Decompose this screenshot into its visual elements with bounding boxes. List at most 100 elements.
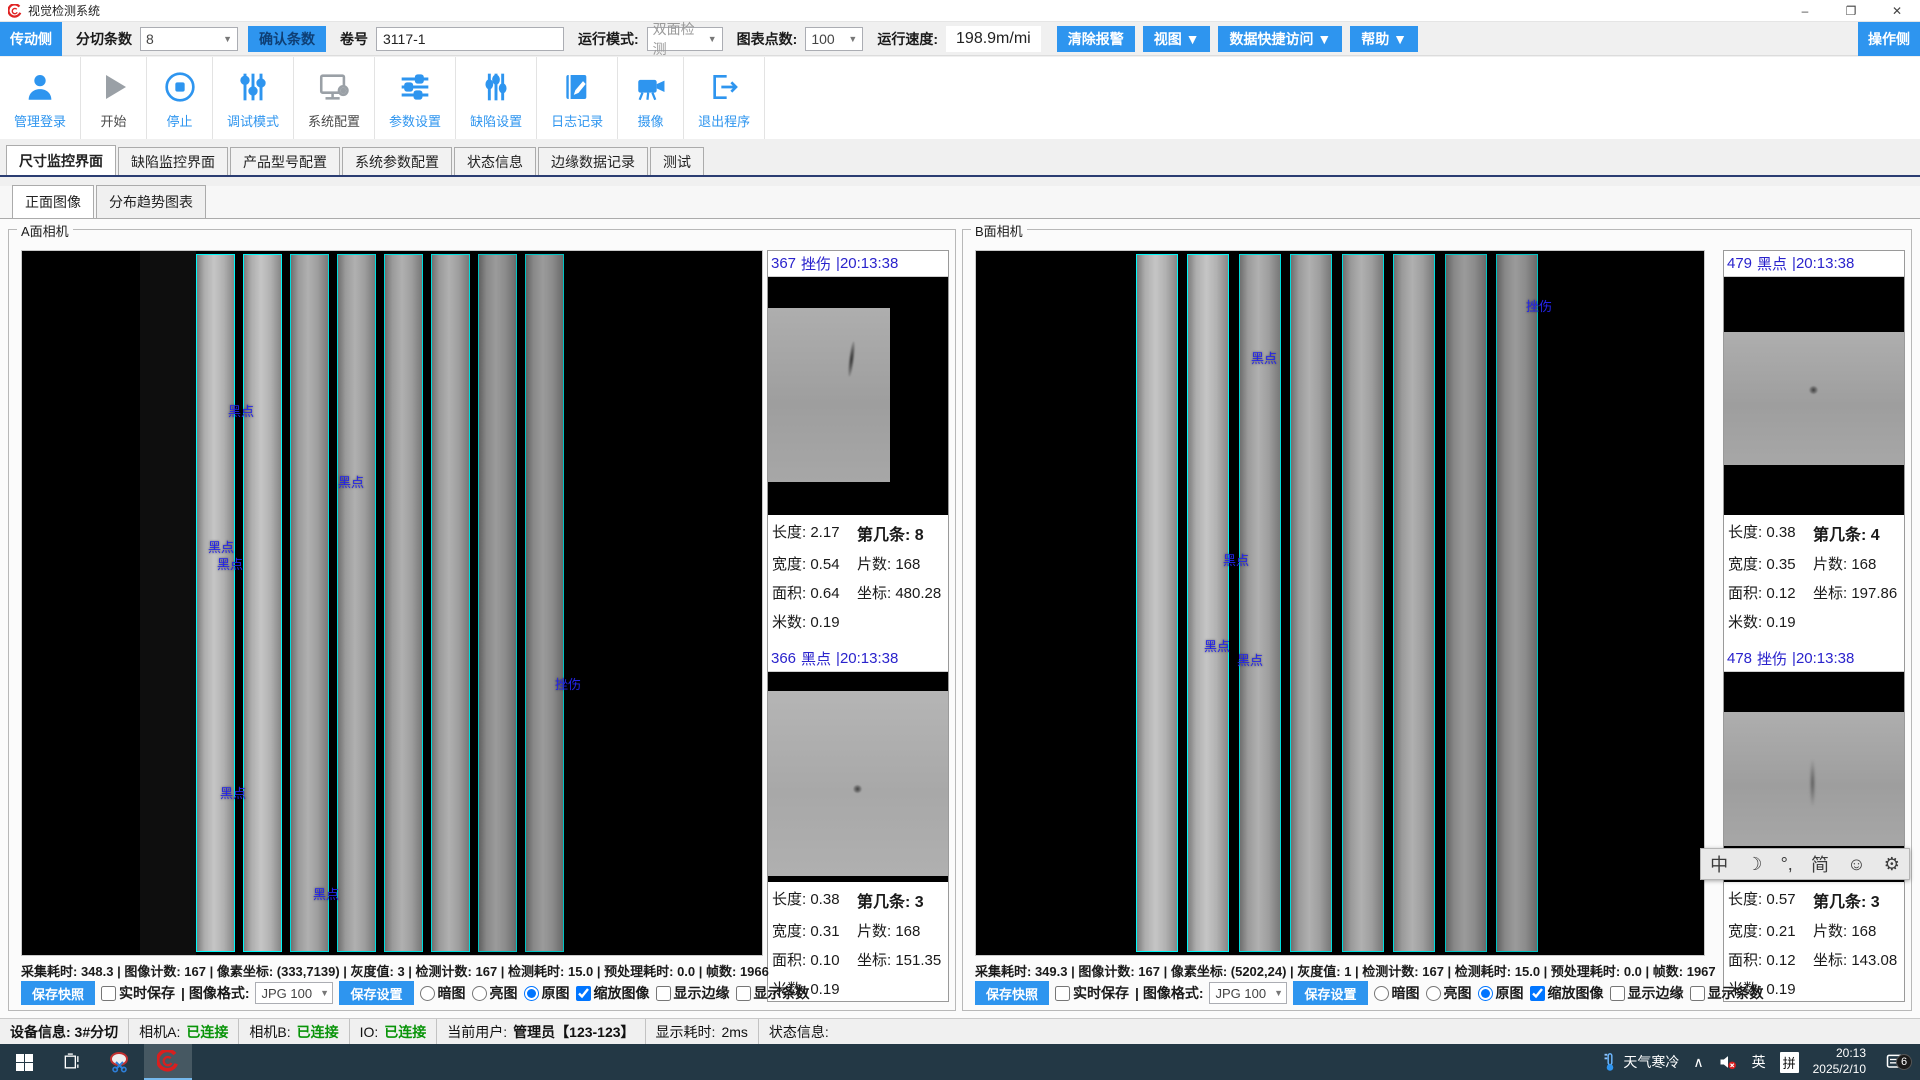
roll-number-input[interactable] [376,27,564,51]
hidden-icons-chevron[interactable]: ∧ [1693,1054,1703,1071]
task-view-icon [62,1052,82,1072]
speaker-muted-icon[interactable] [1718,1053,1738,1071]
system-config-button[interactable]: 系统配置 [294,57,375,139]
realtime-save-checkbox[interactable]: 实时保存 [101,983,175,1003]
stop-button[interactable]: 停止 [147,57,213,139]
task-view-button[interactable] [48,1044,96,1080]
chart-points-combo[interactable]: 100▼ [805,27,863,51]
show-strips-checkbox[interactable]: 显示条数 [1690,983,1764,1003]
tab-size-monitor[interactable]: 尺寸监控界面 [6,145,116,175]
defect-id: 367 [771,255,796,272]
run-mode-label: 运行模式: [578,29,639,49]
save-snapshot-button[interactable]: 保存快照 [975,981,1049,1005]
log-record-button[interactable]: 日志记录 [537,57,618,139]
clear-alarm-button[interactable]: 清除报警 [1057,26,1135,52]
language-indicator[interactable]: 英 [1752,1052,1766,1072]
zoom-image-checkbox[interactable]: 缩放图像 [576,983,650,1003]
ime-settings-gear-icon[interactable]: ⚙ [1884,854,1900,875]
inspection-app-taskbar-button[interactable] [144,1044,192,1080]
defect-thumbnail [768,277,948,515]
camera-a-controls: 保存快照 实时保存 | 图像格式: JPG 100▼ 保存设置 暗图 亮图 原图… [21,979,763,1007]
ime-indicator[interactable]: 拼 [1780,1052,1799,1073]
roll-number-label: 卷号 [340,29,368,49]
defect-type: 挫伤 [1757,648,1787,669]
save-snapshot-button[interactable]: 保存快照 [21,981,95,1005]
tab-system-param-config[interactable]: 系统参数配置 [342,147,452,175]
drive-side-button[interactable]: 传动侧 [0,22,62,56]
ime-simplified[interactable]: 简 [1811,851,1829,877]
defect-label: 黑点 [1251,348,1277,367]
camera-b-stats-line: 采集耗时: 349.3 | 图像计数: 167 | 像素坐标: (5202,24… [975,961,1717,980]
run-speed-label: 运行速度: [877,29,938,49]
defect-settings-button[interactable]: 缺陷设置 [456,57,537,139]
strip-count-combo[interactable]: 8▼ [140,27,238,51]
chart-points-label: 图表点数: [737,29,798,49]
image-format-combo[interactable]: JPG 100▼ [255,982,333,1004]
monitor-gear-icon [317,67,351,107]
defect-card: 478 挫伤 |20:13:38 长度: 0.57 第几条: 3 宽度: 0.2… [1724,646,1904,999]
current-user: 当前用户:管理员【123-123】 [437,1019,645,1044]
ime-punctuation-icon[interactable]: °, [1781,854,1793,875]
action-center-button[interactable]: 6 [1880,1052,1910,1072]
minimize-button[interactable]: – [1782,0,1828,21]
realtime-save-checkbox[interactable]: 实时保存 [1055,983,1129,1003]
weather-widget[interactable]: 天气寒冷 [1603,1052,1679,1072]
clock[interactable]: 20:13 2025/2/10 [1813,1046,1866,1077]
debug-mode-button[interactable]: 调试模式 [213,57,294,139]
tab-front-image[interactable]: 正面图像 [12,185,94,218]
save-settings-button[interactable]: 保存设置 [339,981,413,1005]
image-format-combo[interactable]: JPG 100▼ [1209,982,1287,1004]
bright-image-radio[interactable]: 亮图 [1426,983,1472,1003]
original-image-radio[interactable]: 原图 [1478,983,1524,1003]
tab-defect-monitor[interactable]: 缺陷监控界面 [118,147,228,175]
tab-product-model-config[interactable]: 产品型号配置 [230,147,340,175]
operator-side-button[interactable]: 操作侧 [1858,22,1920,56]
help-menu-button[interactable]: 帮助 ▼ [1350,26,1418,52]
bright-image-radio[interactable]: 亮图 [472,983,518,1003]
sliders-horizontal-icon [399,67,431,107]
tab-status-info[interactable]: 状态信息 [454,147,536,175]
defect-stats: 长度: 0.38 第几条: 4 宽度: 0.35 片数: 168 面积: 0.1… [1724,515,1904,632]
defect-stats: 长度: 0.57 第几条: 3 宽度: 0.21 片数: 168 面积: 0.1… [1724,882,1904,999]
app-logo-icon [8,4,22,18]
tab-distribution-trend[interactable]: 分布趋势图表 [96,185,206,218]
camera-b-defect-panel: 479 黑点 |20:13:38 长度: 0.38 第几条: 4 宽度: 0.3… [1723,250,1905,1002]
defect-type: 黑点 [1757,253,1787,274]
show-strips-checkbox[interactable]: 显示条数 [736,983,810,1003]
defect-stats: 长度: 2.17 第几条: 8 宽度: 0.54 片数: 168 面积: 0.6… [768,515,948,632]
show-edges-checkbox[interactable]: 显示边缘 [1610,983,1684,1003]
dark-image-radio[interactable]: 暗图 [1374,983,1420,1003]
original-image-radio[interactable]: 原图 [524,983,570,1003]
confirm-count-button[interactable]: 确认条数 [248,26,326,52]
snipping-tool-button[interactable] [96,1044,144,1080]
defect-thumbnail [768,672,948,882]
maximize-button[interactable]: ❐ [1828,0,1874,21]
ime-emoji-icon[interactable]: ☺ [1847,854,1865,875]
camera-b-title: B面相机 [971,221,1027,240]
camera-capture-button[interactable]: 摄像 [618,57,684,139]
admin-login-button[interactable]: 管理登录 [0,57,81,139]
show-edges-checkbox[interactable]: 显示边缘 [656,983,730,1003]
tab-edge-data-record[interactable]: 边缘数据记录 [538,147,648,175]
param-settings-button[interactable]: 参数设置 [375,57,456,139]
zoom-image-checkbox[interactable]: 缩放图像 [1530,983,1604,1003]
tab-test[interactable]: 测试 [650,147,704,175]
ime-language-bar: 中 ☽ °, 简 ☺ ⚙ [1700,848,1910,880]
defect-card: 366 黑点 |20:13:38 长度: 0.38 第几条: 3 宽度: 0.3… [768,646,948,999]
scissors-icon [108,1050,132,1074]
ime-fullwidth-icon[interactable]: ☽ [1746,854,1762,875]
exit-program-button[interactable]: 退出程序 [684,57,765,139]
start-button[interactable]: 开始 [81,57,147,139]
run-mode-combo[interactable]: 双面检测▼ [647,27,723,51]
start-button[interactable] [0,1044,48,1080]
defect-stats: 长度: 0.38 第几条: 3 宽度: 0.31 片数: 168 面积: 0.1… [768,882,948,999]
close-button[interactable]: ✕ [1874,0,1920,21]
ime-mode-chinese[interactable]: 中 [1710,851,1728,877]
view-menu-button[interactable]: 视图 ▼ [1143,26,1211,52]
dark-image-radio[interactable]: 暗图 [420,983,466,1003]
io-connection: IO:已连接 [350,1019,438,1044]
camera-a-defect-panel: 367 挫伤 |20:13:38 长度: 2.17 第几条: 8 宽度: 0.5… [767,250,949,1002]
save-settings-button[interactable]: 保存设置 [1293,981,1367,1005]
data-quick-access-menu-button[interactable]: 数据快捷访问 ▼ [1218,26,1342,52]
taskbar: 天气寒冷 ∧ 英 拼 20:13 2025/2/10 6 [0,1044,1920,1080]
